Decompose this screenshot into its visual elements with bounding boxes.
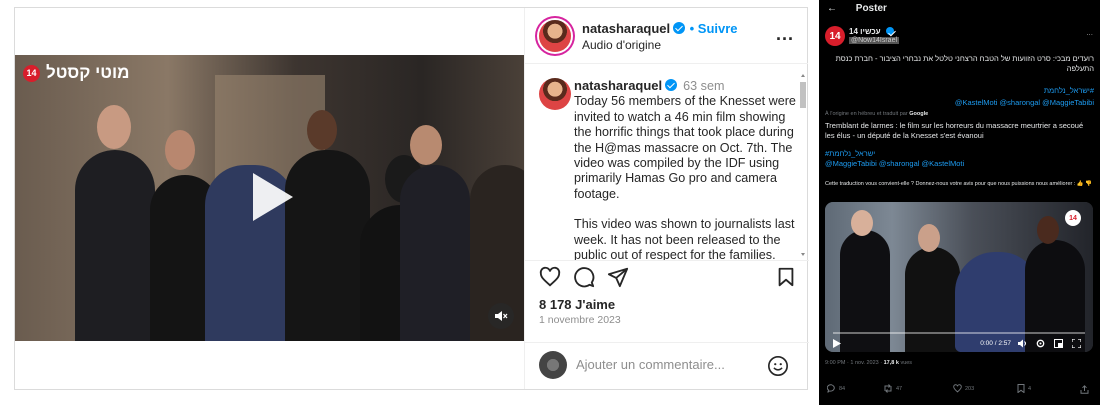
follow-button[interactable]: • Suivre [690, 21, 738, 36]
x-author-avatar[interactable]: 14 [825, 26, 845, 46]
x-original-text: רועדים מבכי: סרט הזוועות של הטבח הרצחני … [835, 54, 1094, 73]
comment-input[interactable]: Ajouter un commentaire... [576, 357, 725, 372]
x-translated-text: Tremblant de larmes : le film sur les ho… [825, 121, 1084, 140]
like-icon [953, 384, 962, 393]
post-sidebar: natasharaquel • Suivre Audio d'origine .… [524, 8, 809, 389]
action-bar [539, 266, 797, 296]
thumbs-up-icon[interactable]: 👍 [1077, 181, 1084, 187]
caption-time[interactable]: 63 sem [683, 79, 724, 93]
heart-icon[interactable] [539, 266, 561, 288]
x-reply-button[interactable]: 84 [827, 384, 845, 393]
x-repost-button[interactable]: 47 [883, 384, 902, 393]
likes-count[interactable]: 8 178 J'aime [539, 297, 615, 312]
verified-icon [885, 27, 894, 35]
emoji-icon[interactable] [767, 355, 789, 377]
x-mentions-translated-link[interactable]: @MaggieTabibi @sharongal @KastelMoti [825, 159, 964, 168]
scrollbar-thumb[interactable] [800, 82, 806, 108]
x-post-meta: 9:00 PM · 1 nov. 2023 · 17,8 k vues [825, 360, 913, 366]
caption-area: natasharaquel 63 sem Today 56 members of … [525, 64, 809, 261]
thumbs-down-icon[interactable]: 👎 [1085, 181, 1092, 187]
post-date[interactable]: 1 novembre 2023 [539, 314, 621, 326]
x-pip-icon[interactable] [1054, 339, 1063, 348]
channel-watermark: 14 מוטי קסטל [23, 63, 129, 83]
comment-box: Ajouter un commentaire... [525, 342, 809, 389]
post-media: 14 מוטי קסטל [15, 8, 524, 389]
x-translation-feedback: Cette traduction vous convient-elle ? Do… [825, 181, 1093, 187]
verified-icon [673, 22, 686, 34]
x-video-timecode: 0:00 / 2:57 [980, 340, 1011, 347]
verified-icon [665, 79, 678, 91]
x-like-button[interactable]: 203 [953, 384, 974, 393]
x-mentions-link[interactable]: @KastelMoti @sharongal @MaggieTabibi [955, 98, 1094, 107]
instagram-post: 14 מוטי קסטל natasharaquel • Suivre Audi… [14, 7, 809, 390]
speaker-muted-icon [495, 311, 508, 321]
header-info: natasharaquel • Suivre Audio d'origine [582, 20, 738, 52]
x-bookmark-button[interactable]: 4 [1017, 384, 1031, 393]
x-post-time[interactable]: 9:00 PM · 1 nov. 2023 · [825, 360, 882, 366]
channel-presenter-name: מוטי קסטל [46, 63, 130, 82]
x-more-button[interactable]: ... [1086, 28, 1093, 37]
repost-icon [884, 384, 892, 393]
x-author-handle[interactable]: @Now14Israel [849, 37, 900, 44]
x-share-icon[interactable] [1080, 385, 1089, 394]
x-view-count: 17,8 k [883, 360, 899, 366]
bookmark-icon[interactable] [775, 266, 797, 288]
x-fullscreen-icon[interactable] [1072, 339, 1081, 348]
comment-icon[interactable] [573, 266, 595, 288]
post-header: natasharaquel • Suivre Audio d'origine .… [525, 8, 808, 64]
commenter-avatar [539, 351, 567, 379]
avatar[interactable] [539, 20, 571, 52]
x-topbar: ← Poster [819, 0, 1100, 18]
x-author-name[interactable]: 14 עכשיו [849, 27, 894, 36]
play-icon[interactable] [237, 165, 301, 229]
caption-username[interactable]: natasharaquel [574, 78, 662, 93]
channel-14-logo: 14 [23, 64, 40, 82]
caption-paragraph-2: This video was shown to journalists last… [574, 217, 795, 261]
google-label: Google [909, 111, 929, 117]
x-settings-icon[interactable] [1036, 339, 1045, 348]
mute-button[interactable] [488, 303, 514, 329]
video-player[interactable]: 14 מוטי קסטל [15, 55, 524, 341]
caption-paragraph-1: Today 56 members of the Knesset were inv… [574, 94, 796, 201]
x-video-controls: 0:00 / 2:57 [825, 330, 1093, 352]
audio-link[interactable]: Audio d'origine [582, 38, 738, 52]
header-username[interactable]: natasharaquel [582, 21, 670, 36]
x-hashtag-translated-link[interactable]: #ישראל_נלחמת [825, 149, 875, 158]
x-video-player[interactable]: 14 0:00 / 2:57 [825, 202, 1093, 352]
share-icon[interactable] [607, 266, 629, 288]
x-translation-note: À l'origine en hébreu et traduit par Goo… [825, 111, 929, 117]
reply-icon [827, 384, 835, 393]
more-options-button[interactable]: ... [776, 24, 794, 45]
x-topbar-title: Poster [855, 3, 887, 14]
caption-text: natasharaquel 63 sem Today 56 members of … [574, 78, 796, 261]
x-post-panel: ← Poster 14 14 עכשיו @Now14Israel ... רו… [819, 0, 1100, 405]
back-arrow-icon[interactable]: ← [827, 3, 837, 14]
x-video-channel-logo: 14 [1065, 210, 1081, 226]
bookmark-icon [1017, 384, 1025, 393]
caption-scrollbar[interactable] [799, 72, 807, 258]
x-play-icon[interactable] [833, 339, 841, 348]
x-hashtag-link[interactable]: #ישראל_נלחמת [1044, 86, 1094, 95]
caption-avatar[interactable] [539, 78, 571, 110]
x-volume-icon[interactable] [1018, 339, 1027, 348]
x-engagement-bar: 84 47 203 4 [825, 384, 1091, 396]
x-video-progress[interactable] [833, 332, 1085, 334]
